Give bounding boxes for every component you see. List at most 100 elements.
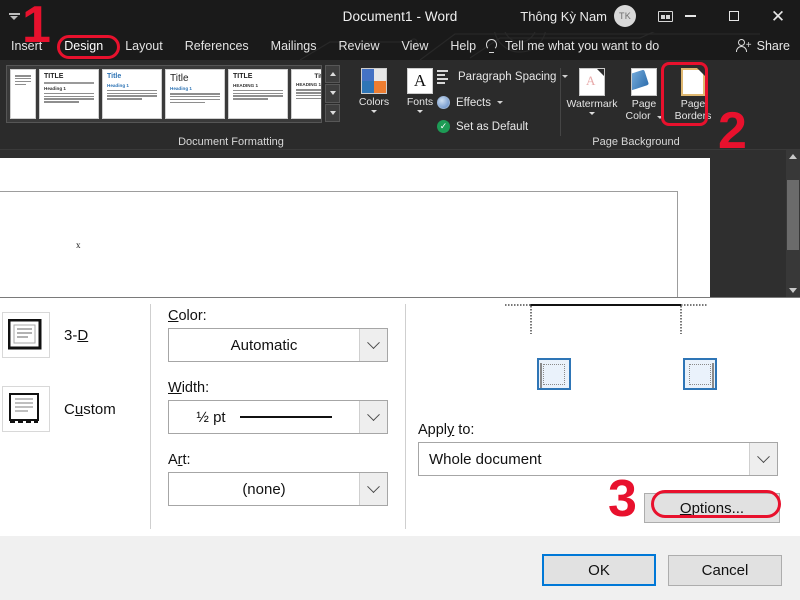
tab-help[interactable]: Help — [439, 32, 487, 60]
set-as-default-label: Set as Default — [456, 120, 529, 133]
preview-guide — [505, 304, 531, 306]
setting-custom[interactable]: Custom — [2, 386, 116, 432]
setting-3d-icon — [2, 312, 50, 358]
maximize-button[interactable] — [712, 0, 756, 32]
preview-right-border-button[interactable] — [683, 358, 717, 390]
chevron-down-icon[interactable] — [359, 329, 387, 361]
tab-design[interactable]: Design — [53, 32, 114, 60]
thumb-heading: Heading 1 — [44, 85, 66, 91]
set-as-default-button[interactable]: ✓ Set as Default — [437, 120, 528, 133]
tab-mailings[interactable]: Mailings — [260, 32, 328, 60]
document-text: x — [76, 240, 81, 250]
thumb-title: Title — [107, 73, 122, 80]
setting-custom-label: Custom — [64, 400, 116, 418]
document-formatting-gallery[interactable]: TITLE Heading 1 Title Heading 1 Title He… — [6, 65, 322, 123]
theme-thumbnail[interactable]: TITLE HEADING 1 — [228, 69, 288, 119]
color-value: Automatic — [230, 336, 298, 354]
thumb-heading: HEADING 1 — [296, 82, 322, 88]
tab-view[interactable]: View — [391, 32, 440, 60]
scroll-up-arrow-icon[interactable] — [789, 154, 797, 159]
theme-colors-icon — [361, 68, 387, 94]
thumb-title: Title — [170, 73, 189, 84]
chevron-down-icon[interactable] — [656, 116, 663, 120]
theme-fonts-icon: A — [407, 68, 433, 94]
gallery-scroll-down-button[interactable] — [325, 84, 340, 103]
color-combobox[interactable]: Automatic — [168, 328, 388, 362]
scroll-down-arrow-icon[interactable] — [789, 288, 797, 293]
document-page[interactable]: x — [0, 158, 710, 307]
set-as-default-icon: ✓ — [437, 120, 450, 133]
annotation-number-3: 3 — [608, 470, 637, 528]
chevron-down-icon[interactable] — [359, 401, 387, 433]
effects-label: Effects — [456, 96, 491, 109]
title-bar: Document1 - Word Thông Kỳ Nam TK ✕ — [0, 0, 800, 32]
art-field: Art: (none) — [168, 452, 388, 506]
effects-button[interactable]: Effects — [437, 96, 503, 109]
theme-thumbnail[interactable] — [10, 69, 36, 119]
theme-thumbnail[interactable]: Title HEADING 1 — [291, 69, 322, 119]
setting-3d-label: 3-D — [64, 326, 89, 344]
tab-review[interactable]: Review — [328, 32, 391, 60]
share-label: Share — [756, 39, 790, 53]
apply-to-field: Apply to: Whole document — [418, 422, 778, 476]
paragraph-spacing-label: Paragraph Spacing — [458, 70, 557, 83]
tab-references[interactable]: References — [174, 32, 260, 60]
vertical-scrollbar[interactable] — [786, 150, 800, 297]
width-field: Width: ½ pt — [168, 380, 388, 434]
page-color-button[interactable]: Page Color — [620, 68, 668, 122]
page-borders-button[interactable]: Page Borders — [668, 68, 718, 122]
tab-layout[interactable]: Layout — [114, 32, 174, 60]
paragraph-spacing-icon — [437, 70, 452, 84]
cancel-button[interactable]: Cancel — [668, 555, 782, 586]
options-button[interactable]: Options... — [644, 493, 780, 523]
page-color-label-line2: Color — [625, 110, 651, 123]
scrollbar-thumb[interactable] — [787, 180, 799, 250]
preview-left-border-button[interactable] — [537, 358, 571, 390]
theme-thumbnail[interactable]: TITLE Heading 1 — [39, 69, 99, 119]
preview-guide — [680, 306, 682, 334]
watermark-button[interactable]: A Watermark — [564, 68, 620, 116]
ok-button[interactable]: OK — [542, 554, 656, 586]
chevron-down-icon[interactable] — [749, 443, 777, 475]
page-color-icon — [631, 68, 657, 96]
chevron-down-icon[interactable] — [371, 110, 377, 114]
colors-button[interactable]: Colors — [348, 68, 400, 114]
chevron-down-icon[interactable] — [496, 101, 503, 104]
share-button[interactable]: + Share — [735, 32, 790, 60]
account-name: Thông Kỳ Nam — [520, 8, 607, 24]
thumb-title: Title — [314, 73, 321, 80]
account-area[interactable]: Thông Kỳ Nam TK — [520, 0, 636, 32]
art-combobox[interactable]: (none) — [168, 472, 388, 506]
tell-me-box[interactable]: Tell me what you want to do — [486, 32, 659, 60]
lightbulb-icon — [486, 39, 497, 53]
options-label: Options... — [679, 499, 745, 517]
color-field: Color: Automatic — [168, 308, 388, 362]
colors-label: Colors — [358, 96, 390, 108]
share-person-icon: + — [735, 39, 752, 53]
thumb-heading: HEADING 1 — [233, 82, 259, 88]
dialog-footer: OK Cancel — [0, 544, 800, 594]
color-label: Color: — [168, 308, 207, 324]
watermark-icon: A — [579, 68, 605, 96]
thumb-title: TITLE — [44, 73, 64, 80]
theme-thumbnail[interactable]: Title Heading 1 — [165, 69, 225, 119]
apply-to-combobox[interactable]: Whole document — [418, 442, 778, 476]
theme-thumbnail[interactable]: Title Heading 1 — [102, 69, 162, 119]
gallery-more-button[interactable] — [325, 103, 340, 122]
ribbon-tab-bar: Insert Design Layout References Mailings… — [0, 32, 800, 60]
gallery-scroll-up-button[interactable] — [325, 65, 340, 84]
chevron-down-icon[interactable] — [417, 110, 423, 114]
chevron-down-icon[interactable] — [359, 473, 387, 505]
paragraph-spacing-button[interactable]: Paragraph Spacing — [437, 70, 569, 84]
chevron-down-icon[interactable] — [589, 112, 595, 116]
width-combobox[interactable]: ½ pt — [168, 400, 388, 434]
avatar[interactable]: TK — [614, 5, 636, 27]
word-window: Document1 - Word Thông Kỳ Nam TK ✕ Inser… — [0, 0, 800, 600]
preview-guide — [530, 306, 532, 334]
setting-3d[interactable]: 3-D — [2, 312, 88, 358]
minimize-button[interactable] — [668, 0, 712, 32]
close-button[interactable]: ✕ — [756, 0, 800, 32]
page-borders-icon — [681, 68, 705, 96]
art-label: Art: — [168, 452, 191, 468]
setting-custom-icon — [2, 386, 50, 432]
